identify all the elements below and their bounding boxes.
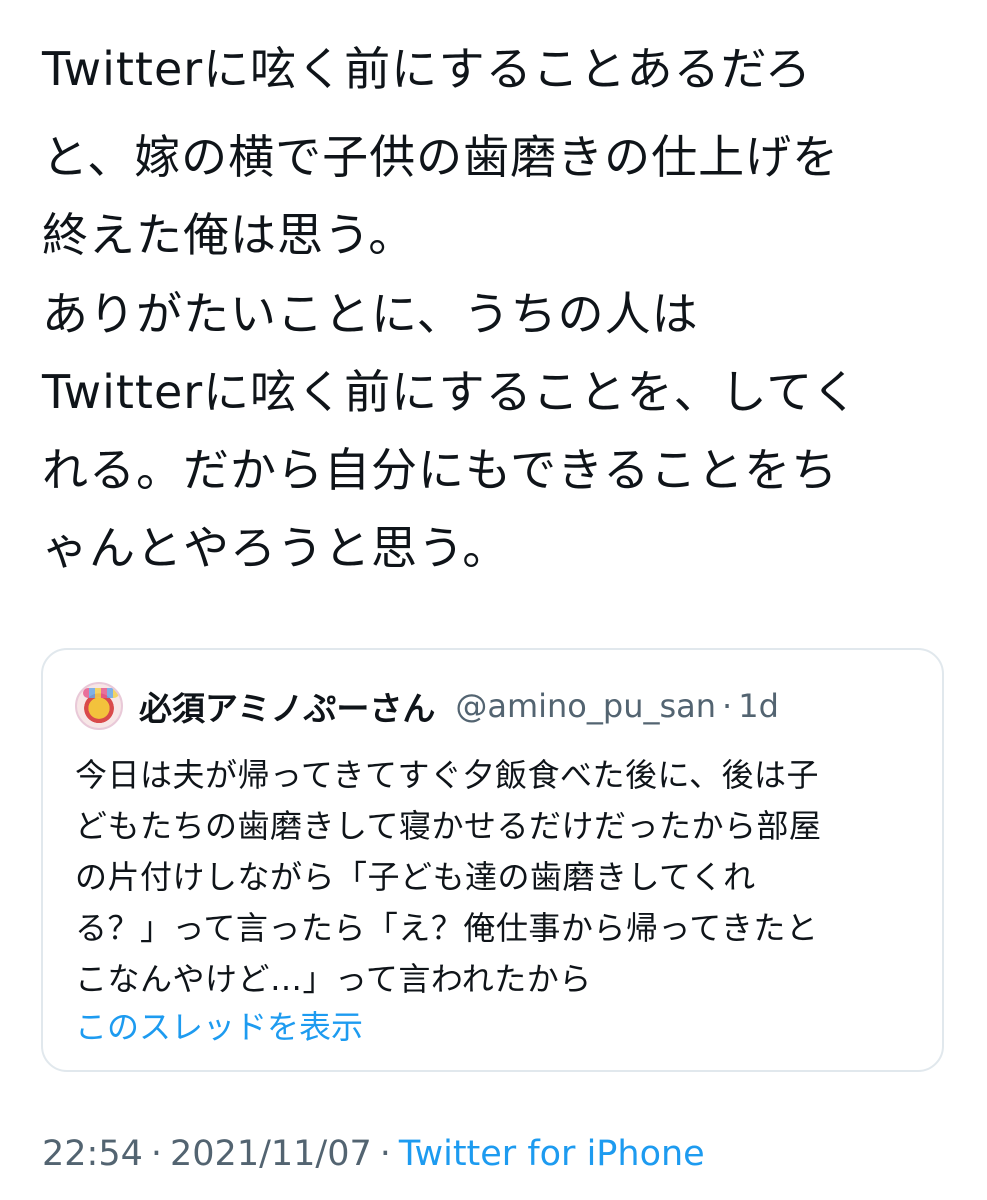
quoted-handle[interactable]: @amino_pu_san (455, 687, 716, 725)
tweet-text-line: ありがたいことに、うちの人は (42, 286, 699, 341)
tweet-meta: 22:54 · 2021/11/07 · Twitter for iPhone (42, 1134, 705, 1174)
quoted-display-name[interactable]: 必須アミノぷーさん (139, 682, 435, 730)
quoted-text-line: の片付けしながら「子ども達の歯磨きしてくれ (75, 857, 756, 896)
quoted-text-line: 今日は夫が帰ってきてすぐ夕飯食べた後に、後は子 (75, 756, 819, 794)
quoted-tweet-text: 今日は夫が帰ってきてすぐ夕飯食べた後に、後は子 どもたちの歯磨きして寝かせるだけ… (75, 750, 925, 1004)
tweet-text: Twitterに呟く前にすることあるだろ と、嫁の横で子供の歯磨きの仕上げを 終… (42, 30, 962, 587)
tweet-text-line: れる。だから自分にもできることをち (42, 442, 839, 497)
avatar[interactable] (75, 682, 123, 730)
separator-dot: · (150, 1134, 163, 1174)
tweet-time[interactable]: 22:54 (42, 1134, 143, 1174)
quoted-timestamp[interactable]: 1d (738, 687, 779, 725)
tweet-date[interactable]: 2021/11/07 (170, 1134, 372, 1174)
quoted-text-line: る？」って言ったら「え？俺仕事から帰ってきたと (75, 908, 819, 947)
tweet-text-line: 終えた俺は思う。 (42, 208, 416, 263)
quoted-tweet-card[interactable]: 必須アミノぷーさん @amino_pu_san · 1d 今日は夫が帰ってきてす… (41, 648, 944, 1072)
separator-dot: · (722, 687, 733, 725)
tweet-text-line: ゃんとやろうと思う。 (42, 521, 510, 576)
source-link[interactable]: Twitter for iPhone (399, 1134, 705, 1174)
tweet-text-line: と、嫁の横で子供の歯磨きの仕上げを (42, 130, 840, 185)
show-thread-link[interactable]: このスレッドを表示 (75, 1002, 363, 1048)
tweet-text-line: Twitterに呟く前にすることあるだろ (42, 42, 812, 96)
separator-dot: · (379, 1134, 391, 1174)
tweet-text-line: Twitterに呟く前にすることを、してく (42, 364, 859, 419)
quoted-text-line: こなんやけど…」って言われたから (75, 959, 592, 998)
quoted-text-line: どもたちの歯磨きして寝かせるだけだったから部屋 (75, 806, 822, 845)
quoted-tweet-header: 必須アミノぷーさん @amino_pu_san · 1d (75, 682, 779, 730)
